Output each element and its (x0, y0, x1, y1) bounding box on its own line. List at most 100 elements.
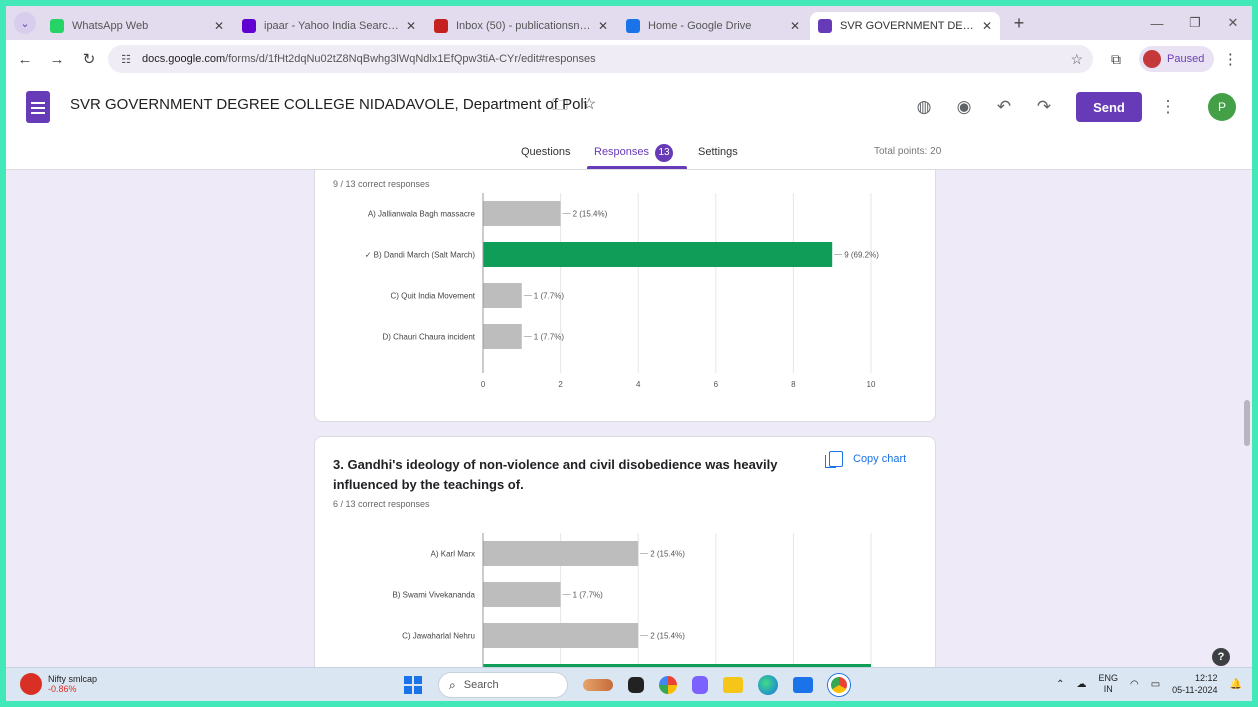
form-tabs: Questions Responses 13 Settings Total poi… (6, 136, 1252, 170)
send-button[interactable]: Send (1076, 92, 1142, 122)
battery-icon[interactable]: ▭ (1151, 679, 1160, 690)
x-tick-label: 4 (636, 380, 641, 389)
tab-title: WhatsApp Web (72, 20, 149, 32)
copy-chart-button[interactable]: Copy chart (825, 451, 907, 468)
taskbar-apps: ⌕ Search (404, 672, 850, 698)
lang-code: ENG (1098, 673, 1118, 683)
extensions-icon[interactable]: ⧉ (1103, 46, 1129, 72)
language-indicator[interactable]: ENG IN (1098, 673, 1118, 695)
browser-menu-icon[interactable]: ⋮ (1218, 50, 1242, 68)
wifi-icon[interactable]: ◠ (1130, 679, 1139, 690)
tab-responses[interactable]: Responses 13 (594, 144, 674, 162)
tab-settings[interactable]: Settings (698, 146, 738, 158)
bar (483, 324, 522, 349)
account-avatar[interactable]: P (1208, 93, 1236, 121)
tabs-host: WhatsApp Web ✕ ipaar - Yahoo India Search … (42, 6, 1002, 40)
close-window-icon[interactable]: ✕ (1214, 6, 1252, 40)
new-tab-button[interactable]: + (1006, 10, 1032, 36)
responses-content: 9 / 13 correct responses A) Jallianwala … (6, 170, 1252, 667)
x-tick-label: 2 (558, 380, 563, 389)
question-2-card: 9 / 13 correct responses A) Jallianwala … (314, 170, 936, 422)
cloud-icon[interactable]: ☁ (1076, 679, 1086, 690)
preview-eye-icon[interactable]: ◉ (944, 90, 984, 124)
site-settings-icon[interactable]: ☷ (118, 51, 134, 67)
question-3-chart: A) Karl Marx 2 (15.4%) B) Swami Vivekanand… (392, 533, 872, 667)
close-tab-icon[interactable]: ✕ (598, 19, 608, 33)
tab-title: SVR GOVERNMENT DEGREE C (840, 20, 976, 32)
folder-icon[interactable]: 🗀 (552, 94, 568, 121)
url-text: docs.google.com/forms/d/1fHt2dqNu02tZ8Nq… (142, 53, 1070, 65)
browser-tab[interactable]: WhatsApp Web ✕ (42, 12, 232, 40)
url-field[interactable]: ☷ docs.google.com/forms/d/1fHt2dqNu02tZ8… (108, 45, 1093, 73)
x-tick-label: 0 (481, 380, 486, 389)
total-points: Total points: 20 (874, 146, 942, 157)
edge-icon[interactable] (758, 675, 778, 695)
profile-status: Paused (1167, 53, 1205, 65)
question-2-chart: A) Jallianwala Bagh massacre 2 (15.4%) ✓ B… (365, 193, 879, 389)
tab-favicon-icon (818, 19, 832, 33)
bar-value-label: 1 (7.7%) (534, 292, 565, 301)
bar-value-label: 2 (15.4%) (573, 210, 608, 219)
reload-icon[interactable]: ↻ (76, 46, 102, 72)
bar (483, 283, 522, 308)
close-tab-icon[interactable]: ✕ (214, 19, 224, 33)
bar-category-label: D) Chauri Chaura incident (383, 333, 476, 342)
header-actions: ◍ ◉ ↶ ↷ Send ⋮ P (904, 90, 1236, 124)
stock-widget-icon (20, 673, 42, 695)
responses-count-badge: 13 (655, 144, 674, 162)
url-host: docs.google.com (142, 53, 226, 65)
bar-value-label: 1 (7.7%) (534, 333, 565, 342)
file-explorer-icon[interactable] (723, 677, 743, 693)
star-icon[interactable]: ☆ (582, 94, 596, 114)
tab-search-icon[interactable]: ⌄ (14, 12, 36, 34)
copilot-icon[interactable] (659, 676, 677, 694)
bar-category-label: A) Karl Marx (431, 550, 475, 559)
browser-tab[interactable]: Home - Google Drive ✕ (618, 12, 808, 40)
forward-icon[interactable]: → (44, 46, 70, 72)
google-forms-logo-icon[interactable] (26, 91, 50, 123)
back-icon[interactable]: ← (12, 46, 38, 72)
close-tab-icon[interactable]: ✕ (406, 19, 416, 33)
tab-questions[interactable]: Questions (521, 146, 571, 158)
window-controls: — ❐ ✕ (1138, 6, 1252, 40)
clock-time: 12:12 (1195, 673, 1218, 683)
chrome-icon[interactable] (828, 674, 850, 696)
bar-value-label: 1 (7.7%) (573, 591, 604, 600)
redo-icon[interactable]: ↷ (1024, 90, 1064, 124)
undo-icon[interactable]: ↶ (984, 90, 1024, 124)
help-icon[interactable]: ? (1212, 648, 1230, 666)
url-path: /forms/d/1fHt2dqNu02tZ8NqBwhg3lWqNdlx1Ef… (225, 53, 596, 65)
task-view-icon[interactable] (628, 677, 644, 693)
more-options-icon[interactable]: ⋮ (1156, 90, 1180, 124)
form-title[interactable]: SVR GOVERNMENT DEGREE COLLEGE NIDADAVOLE… (70, 96, 587, 113)
copy-chart-label: Copy chart (853, 453, 907, 465)
game-app-icon[interactable] (583, 679, 613, 691)
palette-icon[interactable]: ◍ (904, 90, 944, 124)
browser-tab[interactable]: SVR GOVERNMENT DEGREE C ✕ (810, 12, 1000, 40)
profile-button[interactable]: Paused (1139, 46, 1215, 72)
clock[interactable]: 12:12 05-11-2024 (1172, 672, 1217, 696)
widget-title: Nifty smlcap (48, 674, 98, 684)
copy-icon (825, 451, 843, 468)
minimize-icon[interactable]: — (1138, 6, 1176, 40)
tab-favicon-icon (626, 19, 640, 33)
maximize-icon[interactable]: ❐ (1176, 6, 1214, 40)
teams-icon[interactable] (692, 676, 708, 694)
notification-bell-icon[interactable]: 🔔 (1230, 679, 1242, 690)
browser-tab[interactable]: Inbox (50) - publicationsnmn ✕ (426, 12, 616, 40)
mail-icon[interactable] (793, 677, 813, 693)
show-hidden-icons-chevron-icon[interactable]: ⌃ (1056, 679, 1064, 690)
bar-value-label: 9 (69.2%) (844, 251, 879, 260)
close-tab-icon[interactable]: ✕ (982, 19, 992, 33)
bar-category-label: B) Swami Vivekananda (392, 591, 475, 600)
bookmark-star-icon[interactable]: ☆ (1070, 51, 1083, 68)
bar (483, 582, 561, 607)
tab-title: Inbox (50) - publicationsnmn (456, 20, 592, 32)
x-tick-label: 10 (867, 380, 876, 389)
close-tab-icon[interactable]: ✕ (790, 19, 800, 33)
taskbar-search[interactable]: ⌕ Search (438, 672, 568, 698)
windows-start-icon[interactable] (404, 676, 422, 694)
page-scrollbar-thumb[interactable] (1244, 400, 1250, 446)
widgets-button[interactable]: Nifty smlcap -0.86% (20, 673, 97, 695)
browser-tab[interactable]: ipaar - Yahoo India Search Re ✕ (234, 12, 424, 40)
